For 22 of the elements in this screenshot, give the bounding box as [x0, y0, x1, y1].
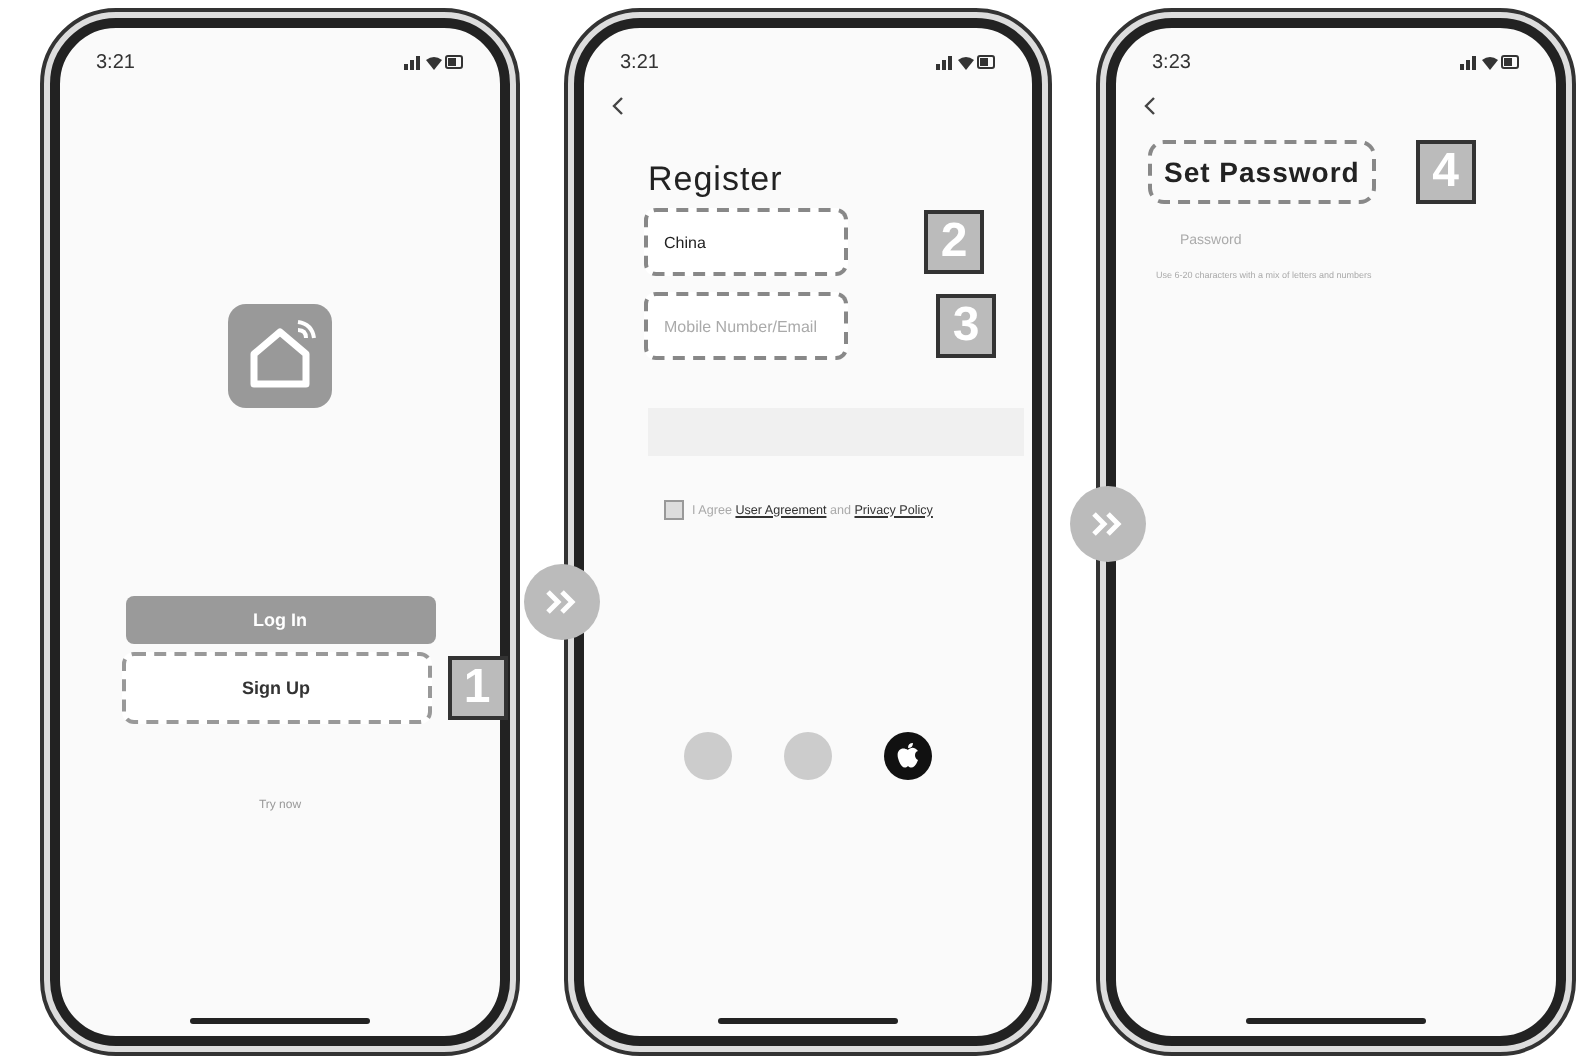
- signup-button[interactable]: Sign Up: [121, 651, 431, 723]
- back-icon[interactable]: [1144, 96, 1156, 116]
- step-number: 4: [1415, 140, 1476, 204]
- step-number: 1: [447, 655, 507, 719]
- step-number: 2: [924, 210, 984, 274]
- status-icons: [1460, 54, 1520, 70]
- back-icon[interactable]: [612, 96, 624, 116]
- screen-title: Register: [648, 160, 785, 200]
- app-logo-icon: [228, 304, 332, 408]
- status-icons: [936, 54, 996, 70]
- status-time: 3:21: [96, 51, 135, 73]
- checkbox[interactable]: [664, 500, 684, 520]
- screen-title: Set Password: [1148, 140, 1376, 204]
- status-icons: [404, 54, 464, 70]
- status-time: 3:21: [620, 51, 659, 73]
- social-login-icon[interactable]: [784, 731, 832, 779]
- account-field[interactable]: Mobile Number/Email: [644, 292, 848, 360]
- country-field[interactable]: China: [644, 208, 848, 276]
- social-login-icon[interactable]: [684, 731, 732, 779]
- step-number: 3: [936, 294, 996, 358]
- apple-login-icon[interactable]: [884, 731, 932, 779]
- status-time: 3:23: [1152, 51, 1191, 73]
